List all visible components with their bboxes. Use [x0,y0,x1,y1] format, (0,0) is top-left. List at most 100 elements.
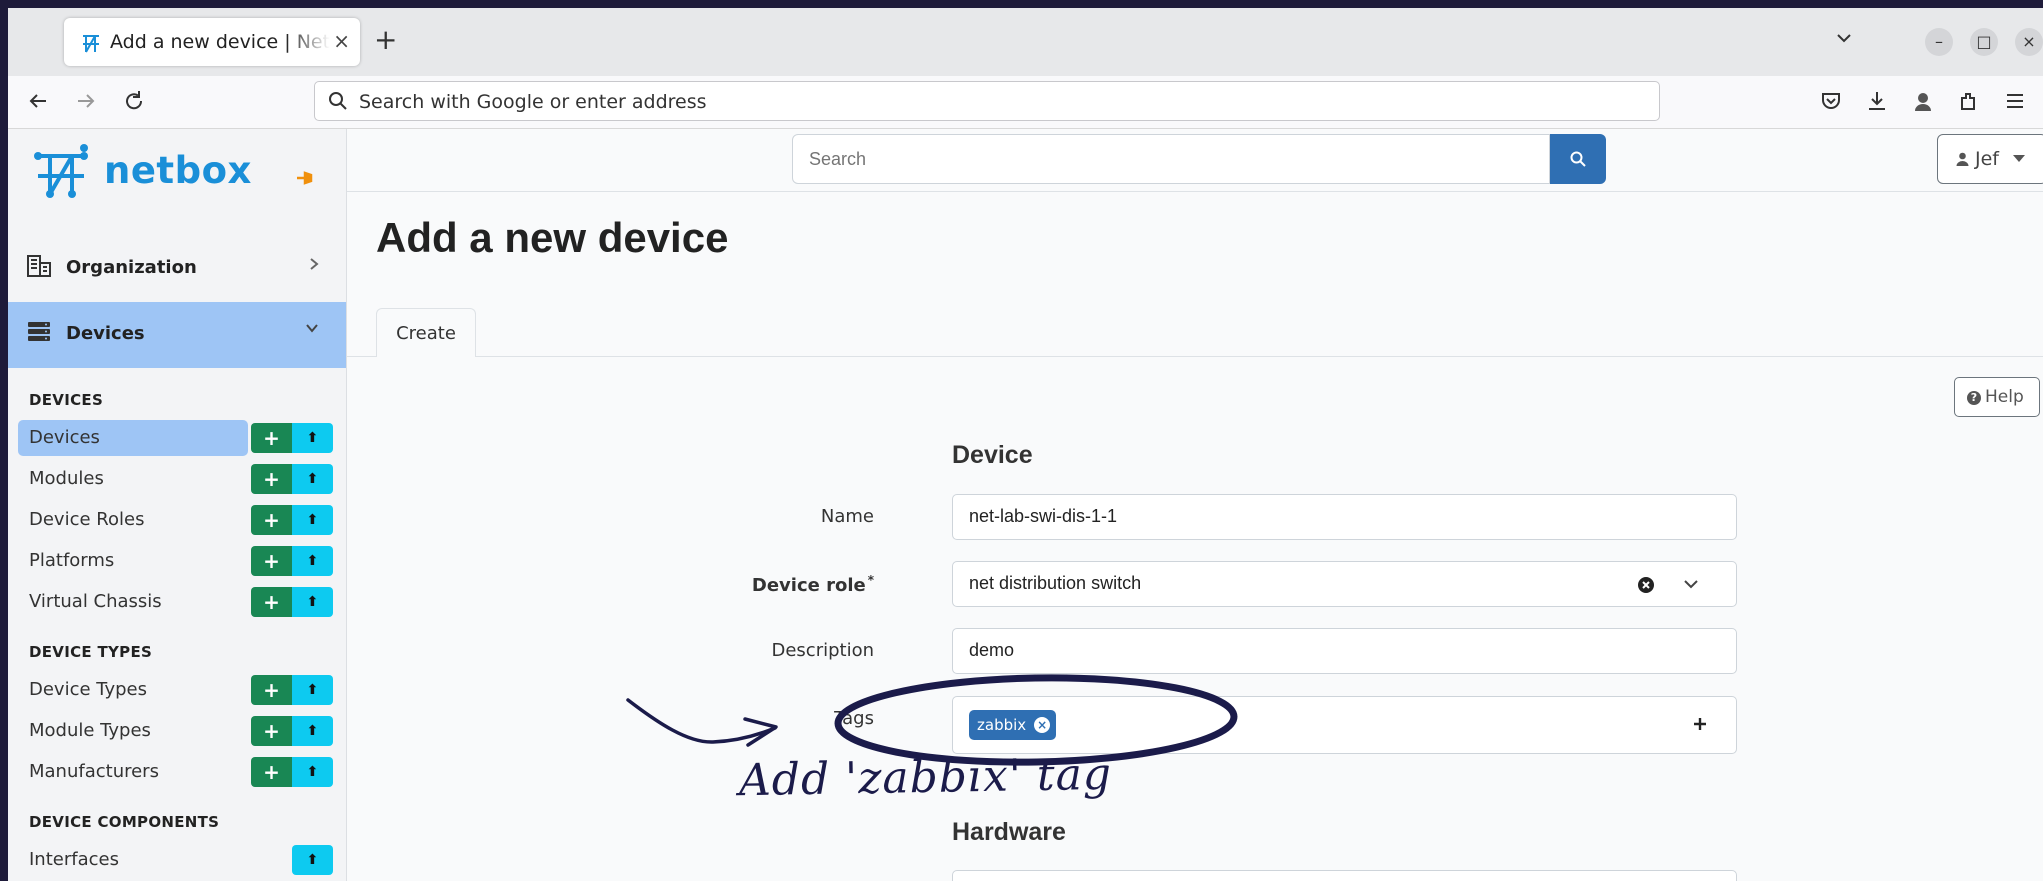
caret-down-icon [2013,155,2026,162]
back-arrow-icon[interactable] [26,89,50,113]
chevron-down-icon [304,322,320,334]
help-label: Help [1985,387,2024,407]
sidebar-item-label: Devices [29,427,100,448]
chevron-down-icon[interactable] [1683,578,1699,590]
sidebar-item-virtual-chassis[interactable]: Virtual Chassis [18,584,248,620]
tag-pill-label: zabbix [977,716,1027,734]
pocket-icon[interactable] [1820,90,1842,112]
user-menu-button[interactable]: Jef [1937,134,2043,184]
tags-select[interactable]: zabbix × [952,696,1737,754]
add-virtual-chassis-button[interactable]: + [251,587,292,617]
import-manufacturers-button[interactable]: ⬆ [292,757,333,787]
user-name: Jef [1975,148,1999,170]
reload-icon[interactable] [122,89,146,113]
name-field[interactable]: net-lab-swi-dis-1-1 [952,494,1737,540]
import-platforms-button[interactable]: ⬆ [292,546,333,576]
add-device-role-button[interactable]: + [251,505,292,535]
sidebar-item-label: Manufacturers [29,761,159,782]
page-title: Add a new device [376,214,729,261]
brand-name[interactable]: netbox [104,149,252,192]
address-bar[interactable]: Search with Google or enter address [314,81,1660,121]
device-role-select[interactable]: net distribution switch [952,561,1737,607]
global-search-input[interactable] [792,134,1550,184]
add-module-button[interactable]: + [251,464,292,494]
tabs-divider [347,356,2043,357]
import-device-roles-button[interactable]: ⬆ [292,505,333,535]
description-field-value: demo [969,640,1015,660]
tab-create[interactable]: Create [376,308,476,357]
minimize-window-icon[interactable]: – [1925,28,1953,56]
annotation-note: Add 'zabbix' tag [738,748,1113,807]
extensions-icon[interactable] [1958,90,1980,112]
name-label: Name [820,506,874,527]
add-module-type-button[interactable]: + [251,716,292,746]
address-bar-placeholder: Search with Google or enter address [359,91,707,113]
pin-sidebar-icon[interactable] [296,171,314,185]
tab-close-icon[interactable]: × [333,29,350,53]
browser-navbar: Search with Google or enter address [8,76,2043,129]
section-title-devices: DEVICES [29,391,104,409]
sidebar-item-interfaces[interactable]: Interfaces [18,842,248,878]
sidebar: netbox Organization Devices DEVICES Devi… [8,129,347,881]
account-avatar-icon[interactable] [1912,90,1934,112]
forward-arrow-icon[interactable] [74,89,98,113]
main-content: Jef Add a new device Create ? Help Device… [347,129,2043,881]
browser-window: Add a new device | NetBox × + – □ × Sear… [8,8,2043,881]
sidebar-item-label: Modules [29,468,104,489]
tag-pill-zabbix[interactable]: zabbix × [969,710,1057,740]
hamburger-menu-icon[interactable] [2004,90,2026,112]
name-field-value: net-lab-swi-dis-1-1 [969,506,1118,526]
netbox-logo-icon[interactable] [30,144,92,206]
section-title-device-components: DEVICE COMPONENTS [29,813,220,831]
menu-devices[interactable]: Devices [8,302,346,368]
import-devices-button[interactable]: ⬆ [292,423,333,453]
browser-tab-active[interactable]: Add a new device | NetBox × [64,18,360,66]
add-device-button[interactable]: + [251,423,292,453]
sidebar-item-label: Device Roles [29,509,145,530]
description-field[interactable]: demo [952,628,1737,674]
add-tag-plus-icon[interactable] [1693,717,1707,731]
device-role-value: net distribution switch [969,573,1142,593]
import-interfaces-button[interactable]: ⬆ [292,845,333,875]
import-device-types-button[interactable]: ⬆ [292,675,333,705]
add-platform-button[interactable]: + [251,546,292,576]
menu-organization-label: Organization [66,257,197,278]
manufacturer-select[interactable] [952,870,1737,881]
add-manufacturer-button[interactable]: + [251,757,292,787]
import-modules-button[interactable]: ⬆ [292,464,333,494]
required-marker: * [867,573,874,587]
downloads-icon[interactable] [1866,90,1888,112]
section-title-device-types: DEVICE TYPES [29,643,153,661]
sidebar-item-device-roles[interactable]: Device Roles [18,502,248,538]
sidebar-item-label: Module Types [29,720,151,741]
menu-devices-label: Devices [66,323,145,344]
sidebar-item-device-types[interactable]: Device Types [18,672,248,708]
import-module-types-button[interactable]: ⬆ [292,716,333,746]
add-device-type-button[interactable]: + [251,675,292,705]
sidebar-item-label: Device Types [29,679,148,700]
search-submit-button[interactable] [1550,134,1606,184]
sidebar-item-platforms[interactable]: Platforms [18,543,248,579]
maximize-window-icon[interactable]: □ [1970,28,1998,56]
help-button[interactable]: ? Help [1954,377,2040,417]
sidebar-item-module-types[interactable]: Module Types [18,713,248,749]
new-tab-button[interactable]: + [374,26,397,54]
device-role-label: Device role * [674,573,874,596]
sidebar-item-label: Interfaces [29,849,119,870]
description-label: Description [771,640,874,661]
server-icon [26,320,52,344]
menu-organization[interactable]: Organization [8,236,346,302]
tab-title: Add a new device | NetBox [110,31,330,53]
netbox-favicon-icon [80,32,102,54]
device-section-heading: Device [952,441,1033,469]
remove-tag-icon[interactable]: × [1034,717,1051,733]
search-icon [327,90,349,112]
tab-list-chevron-icon[interactable] [1834,28,1854,48]
sidebar-item-devices[interactable]: Devices [18,420,248,456]
clear-selection-icon[interactable] [1638,577,1654,593]
import-virtual-chassis-button[interactable]: ⬆ [292,587,333,617]
sidebar-item-modules[interactable]: Modules [18,461,248,497]
sidebar-item-manufacturers[interactable]: Manufacturers [18,754,248,790]
close-window-icon[interactable]: × [2015,28,2043,56]
help-circle-icon: ? [1967,391,1981,405]
